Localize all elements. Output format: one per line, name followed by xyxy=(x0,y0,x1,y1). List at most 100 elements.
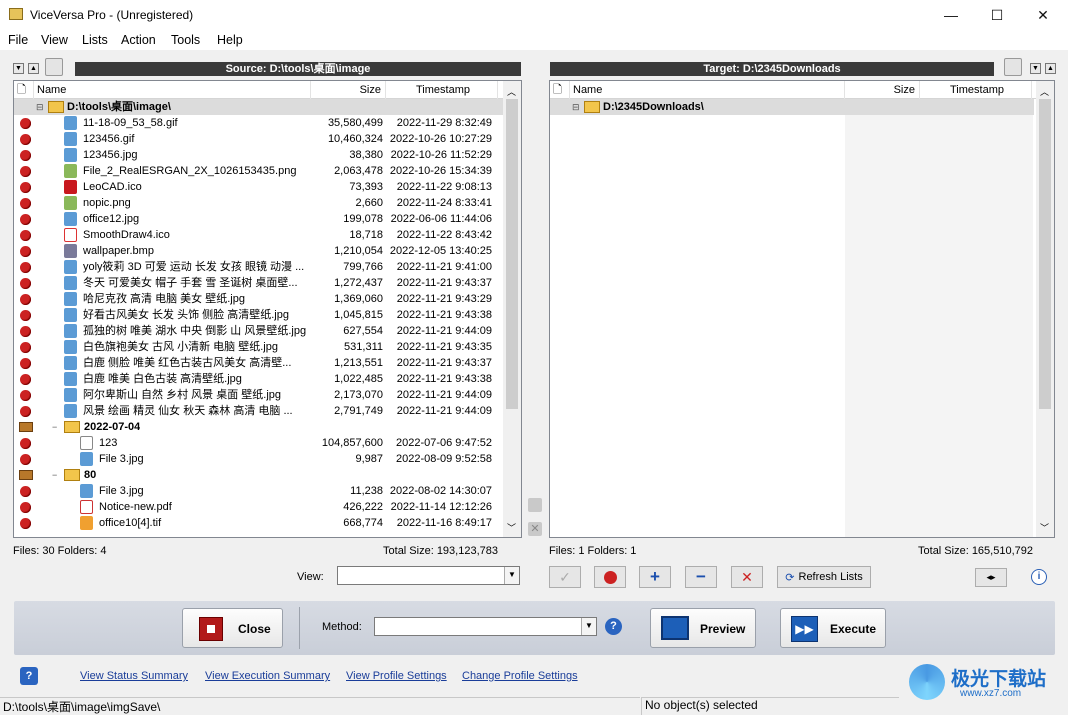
view-select[interactable]: ▼ xyxy=(337,566,520,585)
file-row[interactable]: 阿尔卑斯山 自然 乡村 风景 桌面 壁纸.jpg 2,173,070 2022-11… xyxy=(14,387,503,403)
close-button[interactable]: Close xyxy=(182,608,283,648)
target-file-list[interactable]: 🗋 Name Size Timestamp ⊟ D:\2345Downloads… xyxy=(549,80,1055,538)
remove-button[interactable]: − xyxy=(685,566,717,588)
minimize-button[interactable]: — xyxy=(928,0,974,30)
file-row[interactable]: office10[4].tif 668,774 2022-11-16 8:49:17 xyxy=(14,515,503,531)
record-button[interactable] xyxy=(594,566,626,588)
status-dot-icon xyxy=(20,486,31,497)
target-name-area xyxy=(550,99,845,537)
menu-lists[interactable]: Lists xyxy=(82,33,108,47)
maximize-button[interactable]: ☐ xyxy=(974,0,1020,30)
scroll-up-icon[interactable]: ︿ xyxy=(507,85,516,98)
menu-tools[interactable]: Tools xyxy=(171,33,200,47)
delete-button[interactable]: ✕ xyxy=(731,566,763,588)
target-root-row[interactable]: ⊟ D:\2345Downloads\ xyxy=(550,99,1034,115)
file-row[interactable]: 孤独的树 唯美 湖水 中央 倒影 山 风景壁纸.jpg 627,554 2022-1… xyxy=(14,323,503,339)
chevron-down-icon[interactable]: ▼ xyxy=(581,618,596,635)
refresh-lists-button[interactable]: ⟳ Refresh Lists xyxy=(777,566,871,588)
folder-row[interactable]: − 80 xyxy=(14,467,503,483)
tree-toggle-icon[interactable]: − xyxy=(52,467,57,483)
copy-left-icon[interactable] xyxy=(528,498,542,512)
tree-toggle-icon[interactable]: ⊟ xyxy=(36,99,44,115)
column-name[interactable]: Name xyxy=(34,81,311,99)
file-name: office10[4].tif xyxy=(99,517,162,529)
file-row[interactable]: 冬天 可爱美女 帽子 手套 雪 圣诞树 桌面壁... 1,272,437 2022-… xyxy=(14,275,503,291)
file-row[interactable]: 风景 绘画 精灵 仙女 秋天 森林 高清 电脑 ... 2,791,749 2022… xyxy=(14,403,503,419)
close-window-button[interactable]: ✕ xyxy=(1020,0,1066,30)
file-row[interactable]: yoly筱莉 3D 可爱 运动 长发 女孩 眼镜 动漫 ... 799,766 20… xyxy=(14,259,503,275)
status-dot-icon xyxy=(20,182,31,193)
tree-toggle-icon[interactable]: ⊟ xyxy=(572,99,580,115)
source-root-row[interactable]: ⊟ D:\tools\桌面\image\ xyxy=(14,99,503,115)
file-row[interactable]: SmoothDraw4.ico 18,718 2022-11-22 8:43:42 xyxy=(14,227,503,243)
scroll-down-icon[interactable]: ﹀ xyxy=(1040,521,1049,534)
file-row[interactable]: 11-18-09_53_58.gif 35,580,499 2022-11-29 8… xyxy=(14,115,503,131)
help-icon[interactable]: ? xyxy=(605,618,622,635)
source-expand-icon[interactable]: ▲ xyxy=(28,63,39,74)
column-timestamp[interactable]: Timestamp xyxy=(920,81,1032,99)
target-lock-icon[interactable] xyxy=(1004,58,1022,76)
target-scrollbar[interactable]: ︿ ﹀ xyxy=(1036,81,1054,537)
close-label: Close xyxy=(238,622,271,636)
source-scroll-thumb[interactable] xyxy=(506,99,518,409)
file-row[interactable]: 123 104,857,600 2022-07-06 9:47:52 xyxy=(14,435,503,451)
file-row[interactable]: wallpaper.bmp 1,210,054 2022-12-05 13:40:2… xyxy=(14,243,503,259)
source-collapse-icon[interactable]: ▼ xyxy=(13,63,24,74)
file-row[interactable]: Notice-new.pdf 426,222 2022-11-14 12:12:26 xyxy=(14,499,503,515)
preview-button[interactable]: Preview xyxy=(650,608,756,648)
file-row[interactable]: office12.jpg 199,078 2022-06-06 11:44:06 xyxy=(14,211,503,227)
execute-button[interactable]: ▶▶ Execute xyxy=(780,608,886,648)
scroll-down-icon[interactable]: ﹀ xyxy=(507,521,516,534)
file-row[interactable]: LeoCAD.ico 73,393 2022-11-22 9:08:13 xyxy=(14,179,503,195)
view-profile-settings-link[interactable]: View Profile Settings xyxy=(346,670,447,682)
file-row[interactable]: 白色旗袍美女 古风 小清新 电脑 壁纸.jpg 531,311 2022-11-21… xyxy=(14,339,503,355)
split-view-button[interactable]: ◂▸ xyxy=(975,568,1007,587)
tree-toggle-icon[interactable]: − xyxy=(52,419,57,435)
file-row[interactable]: File 3.jpg 11,238 2022-08-02 14:30:07 xyxy=(14,483,503,499)
file-size: 199,078 xyxy=(343,213,383,225)
view-execution-summary-link[interactable]: View Execution Summary xyxy=(205,670,330,682)
target-collapse-icon[interactable]: ▼ xyxy=(1030,63,1041,74)
action-bar: Close Method: ▼ ? Preview ▶▶ Execute xyxy=(14,601,1055,655)
status-dot-icon xyxy=(20,118,31,129)
check-button[interactable]: ✓ xyxy=(549,566,581,588)
view-status-summary-link[interactable]: View Status Summary xyxy=(80,670,188,682)
menu-file[interactable]: File xyxy=(8,33,28,47)
file-row[interactable]: 白鹿 唯美 白色古装 高清壁纸.jpg 1,022,485 2022-11-21 9… xyxy=(14,371,503,387)
source-lock-icon[interactable] xyxy=(45,58,63,76)
file-row[interactable]: 好看古风美女 长发 头饰 侧脸 高清壁纸.jpg 1,045,815 2022-11… xyxy=(14,307,503,323)
file-row[interactable]: nopic.png 2,660 2022-11-24 8:33:41 xyxy=(14,195,503,211)
column-timestamp[interactable]: Timestamp xyxy=(386,81,498,99)
folder-name: 80 xyxy=(84,469,97,481)
info-icon[interactable]: i xyxy=(1031,569,1047,585)
help-icon[interactable]: ? xyxy=(20,667,38,685)
file-row[interactable]: 123456.gif 10,460,324 2022-10-26 10:27:29 xyxy=(14,131,503,147)
jpg-file-icon xyxy=(64,404,77,418)
file-row[interactable]: 白鹿 侧脸 唯美 红色古装古风美女 高清壁... 1,213,551 2022-11… xyxy=(14,355,503,371)
method-select[interactable]: ▼ xyxy=(374,617,597,636)
source-scrollbar[interactable]: ︿ ﹀ xyxy=(503,81,521,537)
file-timestamp: 2022-08-09 9:52:58 xyxy=(395,453,492,465)
file-row[interactable]: File_2_RealESRGAN_2X_1026153435.png 2,063… xyxy=(14,163,503,179)
menu-action[interactable]: Action xyxy=(121,33,156,47)
source-file-list[interactable]: 🗋 Name Size Timestamp ⊟ D:\tools\桌面\image… xyxy=(13,80,522,538)
status-dot-icon xyxy=(20,326,31,337)
folder-row[interactable]: − 2022-07-04 xyxy=(14,419,503,435)
file-row[interactable]: 哈尼克孜 高清 电脑 美女 壁纸.jpg 1,369,060 2022-11-21 … xyxy=(14,291,503,307)
file-row[interactable]: 123456.jpg 38,380 2022-10-26 11:52:29 xyxy=(14,147,503,163)
menu-help[interactable]: Help xyxy=(217,33,243,47)
cancel-copy-icon[interactable]: ✕ xyxy=(528,522,542,536)
status-dot-icon xyxy=(20,230,31,241)
menu-view[interactable]: View xyxy=(41,33,68,47)
file-row[interactable]: File 3.jpg 9,987 2022-08-09 9:52:58 xyxy=(14,451,503,467)
column-name[interactable]: Name xyxy=(570,81,845,99)
monitor-icon xyxy=(661,616,689,640)
chevron-down-icon[interactable]: ▼ xyxy=(504,567,519,584)
column-size[interactable]: Size xyxy=(311,81,386,99)
column-size[interactable]: Size xyxy=(845,81,920,99)
target-scroll-thumb[interactable] xyxy=(1039,99,1051,409)
target-expand-icon[interactable]: ▲ xyxy=(1045,63,1056,74)
change-profile-settings-link[interactable]: Change Profile Settings xyxy=(462,670,578,682)
scroll-up-icon[interactable]: ︿ xyxy=(1040,85,1049,98)
add-button[interactable]: + xyxy=(639,566,671,588)
